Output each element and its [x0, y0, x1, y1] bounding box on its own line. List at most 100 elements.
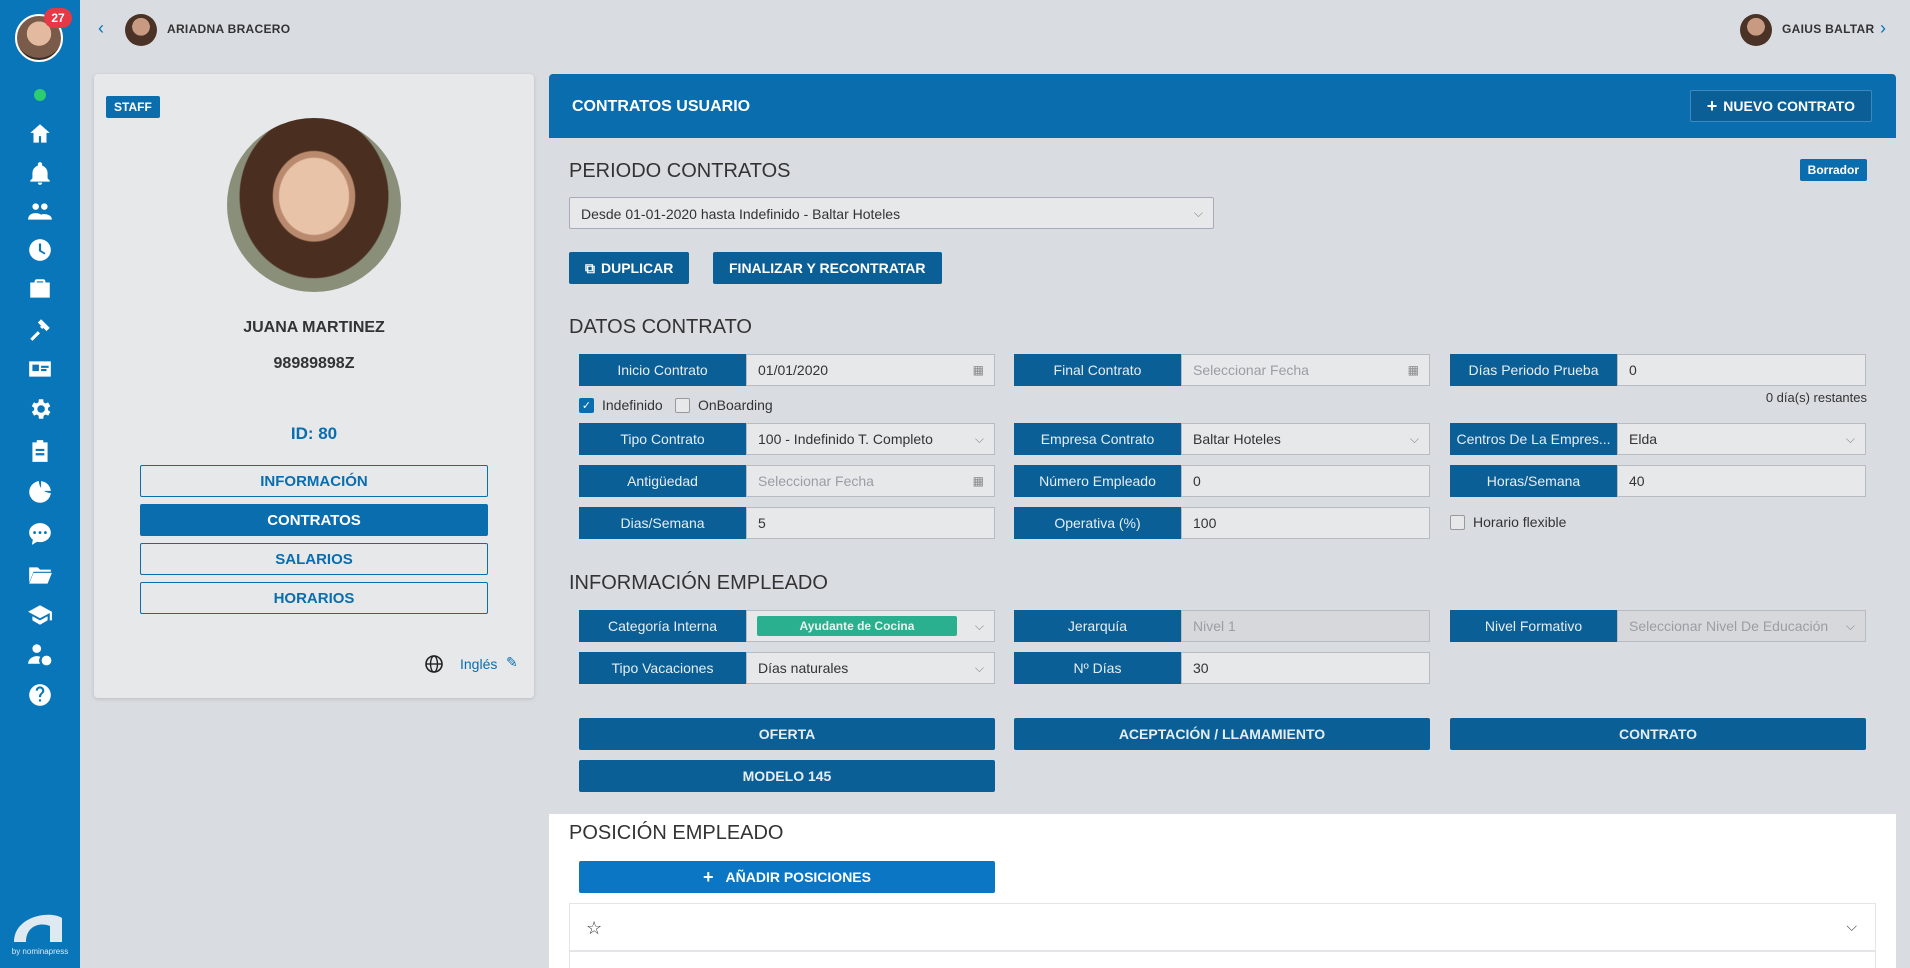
empresa-contrato-field: Empresa Contrato Baltar Hoteles ⌵ — [1014, 423, 1430, 455]
user-money-icon[interactable] — [24, 638, 56, 670]
profile-dni: 98989898Z — [273, 355, 355, 372]
tab-salarios[interactable]: SALARIOS — [140, 543, 488, 575]
num-dias-input[interactable]: 30 — [1181, 652, 1430, 684]
duplicate-button[interactable]: ⧉ DUPLICAR — [569, 252, 690, 284]
tipo-vacaciones-field: Tipo Vacaciones Días naturales ⌵ — [579, 652, 995, 684]
indefinido-label: Indefinido — [602, 397, 663, 413]
dias-prueba-input[interactable]: 0 — [1617, 354, 1866, 386]
field-label: Operativa (%) — [1014, 507, 1181, 539]
panel-title: CONTRATOS USUARIO — [572, 98, 751, 115]
operativa-field: Operativa (%) 100 — [1014, 507, 1430, 539]
nivel-formativo-select[interactable]: Seleccionar Nivel De Educación ⌵ — [1617, 610, 1866, 642]
field-label: Tipo Contrato — [579, 423, 746, 455]
employee-section-title: INFORMACIÓN EMPLEADO — [569, 572, 828, 594]
bell-icon[interactable] — [24, 158, 56, 190]
field-label: Número Empleado — [1014, 465, 1181, 497]
category-tag: Ayudante de Cocina — [757, 616, 957, 636]
home-icon[interactable] — [24, 118, 56, 150]
chevron-down-icon: ⌵ — [974, 661, 984, 675]
contract-section-title: DATOS CONTRATO — [569, 316, 752, 338]
staff-badge: STAFF — [106, 96, 160, 118]
nivel-formativo-field: Nivel Formativo Seleccionar Nivel De Edu… — [1450, 610, 1866, 642]
chat-icon[interactable] — [24, 518, 56, 550]
contrato-button[interactable]: CONTRATO — [1450, 718, 1866, 750]
id-card-icon[interactable] — [24, 353, 56, 385]
chevron-down-icon: ⌵ — [1409, 432, 1419, 446]
chevron-left-icon[interactable]: ‹ — [98, 18, 118, 38]
categoria-interna-select[interactable]: Ayudante de Cocina ⌵ — [746, 610, 995, 642]
plus-icon: + — [1706, 95, 1718, 116]
globe-icon — [425, 655, 443, 673]
graduation-cap-icon[interactable] — [24, 599, 56, 631]
field-label: Categoría Interna — [579, 610, 746, 642]
centros-select[interactable]: Elda ⌵ — [1617, 423, 1866, 455]
position-row[interactable]: ☆ ⌵ — [569, 903, 1876, 951]
onboarding-checkbox[interactable]: OnBoarding — [675, 397, 773, 413]
field-label: Centros De La Empres... — [1450, 423, 1617, 455]
profile-id: ID: 80 — [290, 424, 338, 443]
field-label: Antigüedad — [579, 465, 746, 497]
final-contrato-input[interactable]: Seleccionar Fecha ▦ — [1181, 354, 1430, 386]
tools-icon[interactable] — [24, 313, 56, 345]
prev-user-avatar[interactable] — [125, 14, 157, 46]
status-badge: Borrador — [1799, 159, 1867, 181]
oferta-button[interactable]: OFERTA — [579, 718, 995, 750]
profile-name: JUANA MARTINEZ — [243, 319, 385, 336]
indefinido-checkbox[interactable]: ✓ Indefinido — [579, 397, 663, 413]
tab-contratos[interactable]: CONTRATOS — [140, 504, 488, 536]
svg-text:by nominapress: by nominapress — [12, 947, 68, 956]
field-label: Días Periodo Prueba — [1450, 354, 1617, 386]
pencil-icon[interactable]: ✎ — [506, 654, 518, 671]
briefcase-icon[interactable] — [24, 273, 56, 305]
period-select[interactable]: Desde 01-01-2020 hasta Indefinido - Balt… — [569, 197, 1214, 229]
users-icon[interactable] — [24, 196, 56, 228]
tipo-vacaciones-select[interactable]: Días naturales ⌵ — [746, 652, 995, 684]
field-label: Jerarquía — [1014, 610, 1181, 642]
horario-flexible-checkbox[interactable]: Horario flexible — [1450, 514, 1566, 530]
inicio-contrato-input[interactable]: 01/01/2020 ▦ — [746, 354, 995, 386]
chevron-down-icon[interactable]: ⌵ — [1846, 918, 1857, 935]
tipo-contrato-select[interactable]: 100 - Indefinido T. Completo ⌵ — [746, 423, 995, 455]
next-user-avatar[interactable] — [1740, 14, 1772, 46]
chevron-right-icon[interactable]: › — [1880, 18, 1900, 38]
horas-semana-input[interactable]: 40 — [1617, 465, 1866, 497]
star-icon[interactable]: ☆ — [586, 918, 602, 939]
next-user-name[interactable]: GAIUS BALTAR — [1782, 22, 1874, 36]
prev-user-name[interactable]: ARIADNA BRACERO — [167, 22, 290, 36]
numero-empleado-input[interactable]: 0 — [1181, 465, 1430, 497]
clipboard-icon[interactable] — [24, 435, 56, 467]
jerarquia-field: Jerarquía Nivel 1 — [1014, 610, 1430, 642]
add-positions-button[interactable]: + AÑADIR POSICIONES — [579, 861, 995, 893]
calendar-icon: ▦ — [1407, 363, 1419, 377]
field-label: Empresa Contrato — [1014, 423, 1181, 455]
antiguedad-field: Antigüedad Seleccionar Fecha ▦ — [579, 465, 995, 497]
position-row[interactable]: ☆ ⌵ — [569, 951, 1876, 968]
modelo-145-button[interactable]: MODELO 145 — [579, 760, 995, 792]
panel-header: CONTRATOS USUARIO + NUEVO CONTRATO — [549, 74, 1896, 138]
notification-badge: 27 — [44, 8, 72, 28]
field-label: Horas/Semana — [1450, 465, 1617, 497]
online-status-dot — [34, 89, 46, 101]
antiguedad-input[interactable]: Seleccionar Fecha ▦ — [746, 465, 995, 497]
tipo-contrato-field: Tipo Contrato 100 - Indefinido T. Comple… — [579, 423, 995, 455]
tab-informacion[interactable]: INFORMACIÓN — [140, 465, 488, 497]
clock-icon[interactable] — [24, 234, 56, 266]
aceptacion-button[interactable]: ACEPTACIÓN / LLAMAMIENTO — [1014, 718, 1430, 750]
pie-chart-icon[interactable] — [24, 476, 56, 508]
new-contract-button[interactable]: + NUEVO CONTRATO — [1689, 90, 1872, 122]
chevron-down-icon: ⌵ — [974, 432, 984, 446]
period-section-title: PERIODO CONTRATOS — [569, 160, 791, 182]
new-contract-label: NUEVO CONTRATO — [1723, 98, 1855, 114]
tab-horarios[interactable]: HORARIOS — [140, 582, 488, 614]
empresa-contrato-select[interactable]: Baltar Hoteles ⌵ — [1181, 423, 1430, 455]
horario-flexible-label: Horario flexible — [1473, 514, 1567, 530]
field-label: Dias/Semana — [579, 507, 746, 539]
dias-semana-input[interactable]: 5 — [746, 507, 995, 539]
help-icon[interactable] — [24, 679, 56, 711]
gear-icon[interactable] — [24, 393, 56, 425]
field-label: Nº Días — [1014, 652, 1181, 684]
folder-icon[interactable] — [24, 559, 56, 591]
finalize-recontract-button[interactable]: FINALIZAR Y RECONTRATAR — [713, 252, 942, 284]
operativa-input[interactable]: 100 — [1181, 507, 1430, 539]
language-link[interactable]: Inglés — [460, 656, 497, 672]
